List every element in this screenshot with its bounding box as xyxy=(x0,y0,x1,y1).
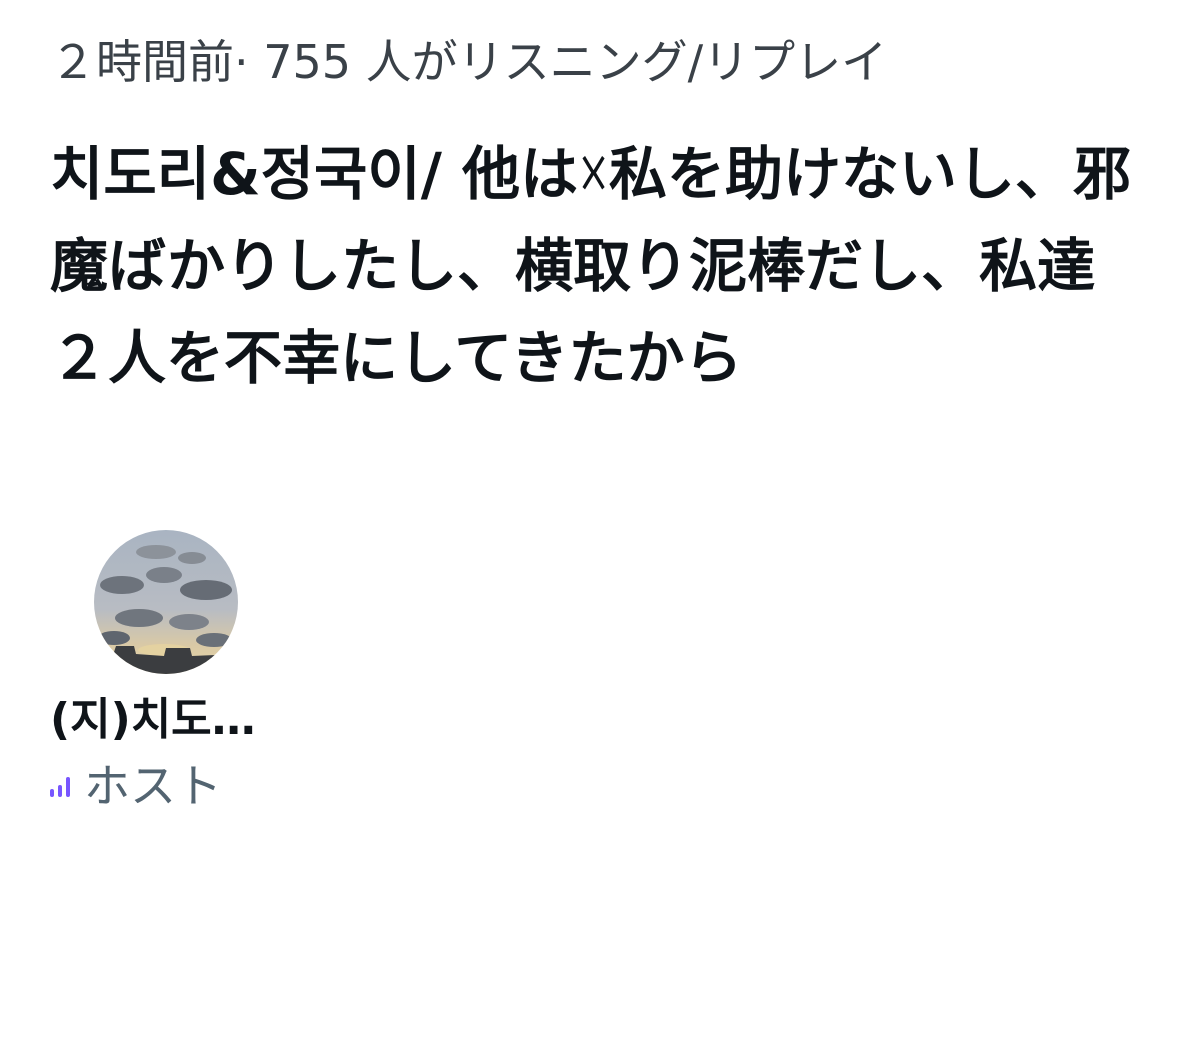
host-role-row: ホスト xyxy=(50,756,222,816)
speaking-bars-icon xyxy=(50,775,70,797)
sky-clouds-avatar-image xyxy=(94,530,238,674)
host-role-label: ホスト xyxy=(84,759,222,813)
space-title: 치도리&정국이/ 他は☓私を助けないし、邪魔ばかりしたし、横取り泥棒だし、私達２… xyxy=(50,140,1131,392)
host-avatar[interactable] xyxy=(94,530,238,674)
host-name[interactable]: (지)치도… xyxy=(50,690,256,750)
host-card: (지)치도… ホスト xyxy=(50,530,350,820)
space-meta-line: ２時間前· 755 人がリスニング/リプレイ xyxy=(50,35,888,89)
